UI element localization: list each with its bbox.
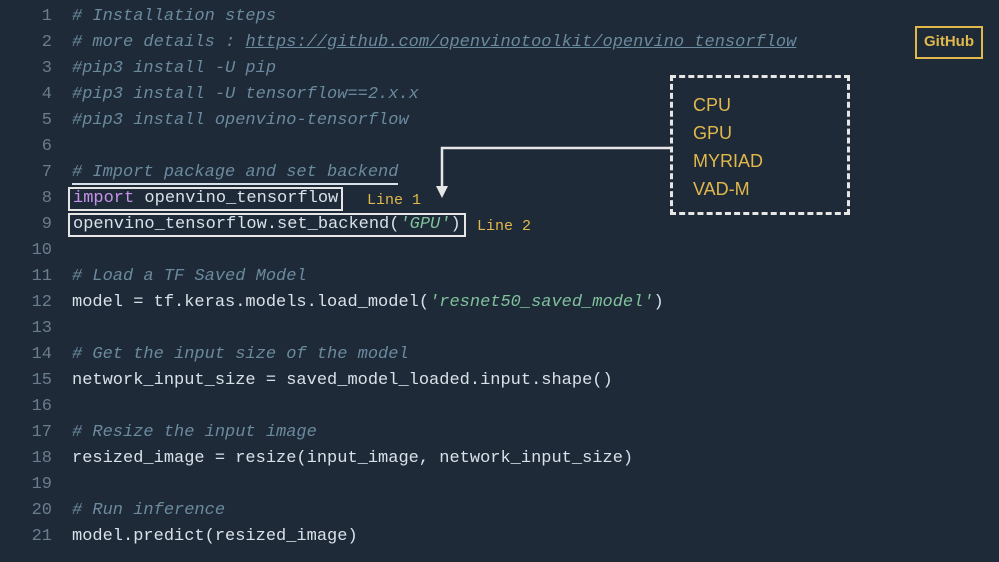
code-string: 'resnet50_saved_model' <box>429 293 653 312</box>
code-text: #pip3 install openvino-tensorflow <box>72 111 409 130</box>
line-annotation: Line 1 <box>367 188 421 214</box>
code-url[interactable]: https://github.com/openvinotoolkit/openv… <box>245 33 796 52</box>
code-string: 'GPU' <box>399 212 450 238</box>
code-text: # Run inference <box>72 501 225 520</box>
line-number: 12 <box>0 290 52 316</box>
line-number: 5 <box>0 108 52 134</box>
line-number: 20 <box>0 498 52 524</box>
line-number: 15 <box>0 368 52 394</box>
line-number: 4 <box>0 82 52 108</box>
line-number: 16 <box>0 394 52 420</box>
code-text: resized_image = resize(input_image, netw… <box>72 449 633 468</box>
section-heading: # Import package and set backend <box>72 163 398 185</box>
line-number: 1 <box>0 4 52 30</box>
line-number: 17 <box>0 420 52 446</box>
line-number: 2 <box>0 30 52 56</box>
line-annotation: Line 2 <box>477 214 531 240</box>
line-number-gutter: 1 2 3 4 5 6 7 8 9 10 11 12 13 14 15 16 1… <box>0 4 72 550</box>
code-area[interactable]: # Installation steps # more details : ht… <box>72 4 999 550</box>
code-text: openvino_tensorflow <box>134 186 338 212</box>
code-text: ) <box>654 293 664 312</box>
code-text: #pip3 install -U pip <box>72 59 276 78</box>
line-number: 21 <box>0 524 52 550</box>
line-number: 19 <box>0 472 52 498</box>
code-text: model = tf.keras.models.load_model( <box>72 293 429 312</box>
code-editor: 1 2 3 4 5 6 7 8 9 10 11 12 13 14 15 16 1… <box>0 4 999 550</box>
code-text: # Resize the input image <box>72 423 317 442</box>
code-keyword: import <box>73 186 134 212</box>
line-number: 18 <box>0 446 52 472</box>
highlight-box-line1: import openvino_tensorflow <box>68 187 343 211</box>
highlight-box-line2: openvino_tensorflow.set_backend('GPU') <box>68 213 466 237</box>
line-number: 7 <box>0 160 52 186</box>
line-number: 3 <box>0 56 52 82</box>
code-text: network_input_size = saved_model_loaded.… <box>72 371 613 390</box>
line-number: 10 <box>0 238 52 264</box>
code-text: openvino_tensorflow.set_backend( <box>73 212 399 238</box>
line-number: 13 <box>0 316 52 342</box>
line-number: 11 <box>0 264 52 290</box>
code-text: # more details : <box>72 33 245 52</box>
code-text: # Installation steps <box>72 7 276 26</box>
line-number: 9 <box>0 212 52 238</box>
code-text: ) <box>450 212 460 238</box>
line-number: 6 <box>0 134 52 160</box>
code-text: #pip3 install -U tensorflow==2.x.x <box>72 85 419 104</box>
line-number: 14 <box>0 342 52 368</box>
code-text: model.predict(resized_image) <box>72 527 358 546</box>
code-text: # Get the input size of the model <box>72 345 409 364</box>
line-number: 8 <box>0 186 52 212</box>
